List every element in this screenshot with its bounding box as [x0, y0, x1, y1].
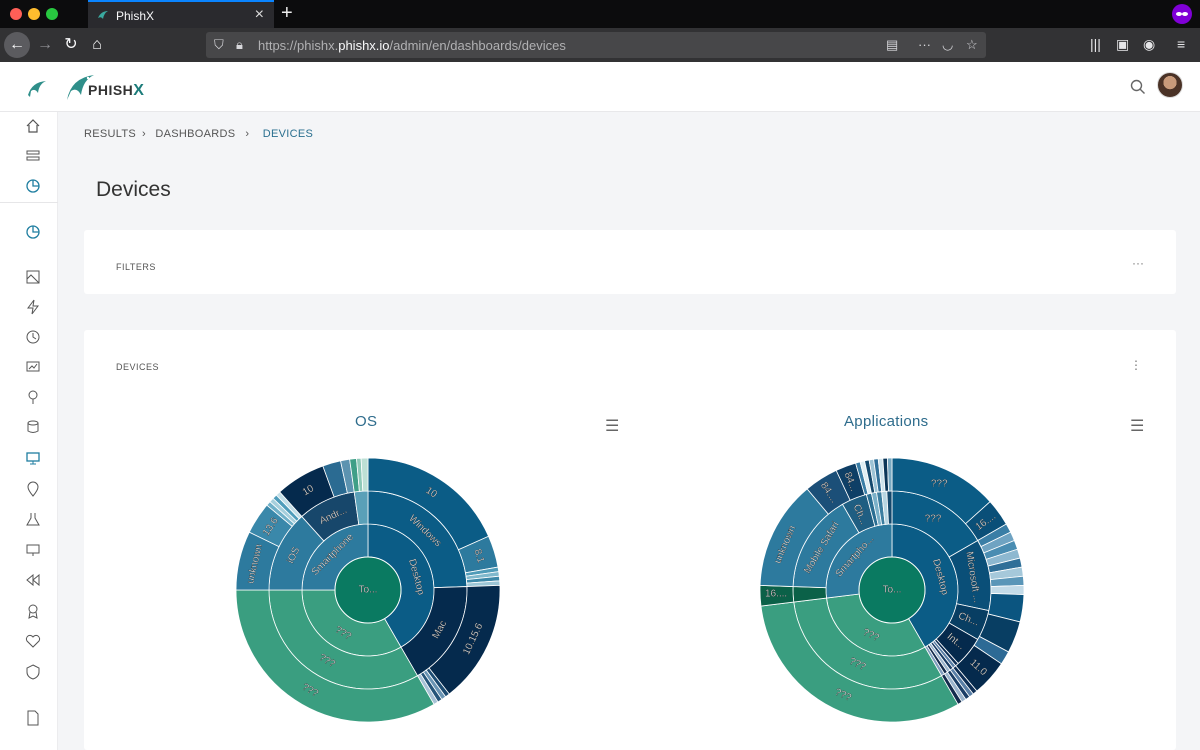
label-app-unknown: ???	[931, 479, 948, 490]
reader-view-icon[interactable]: ▤	[886, 37, 898, 53]
location-pin-icon[interactable]	[25, 481, 41, 497]
database-icon[interactable]	[25, 419, 41, 435]
presentation-icon[interactable]	[25, 542, 41, 558]
breadcrumb-dashboards[interactable]: DASHBOARDS	[155, 128, 235, 140]
filters-label[interactable]: FILTERS	[116, 262, 156, 272]
close-tab-icon[interactable]: ×	[255, 6, 264, 24]
brand-x: X	[133, 82, 145, 99]
filters-menu-icon[interactable]: ···	[1132, 256, 1144, 270]
tab-title: PhishX	[116, 9, 155, 23]
segment-mobile-version-minor[interactable]	[886, 457, 893, 492]
private-browsing-icon	[1172, 4, 1192, 24]
close-window-button[interactable]	[10, 8, 22, 20]
dashboard-pie-icon[interactable]	[25, 224, 41, 240]
page-actions-icon[interactable]: ···	[918, 37, 931, 52]
home-icon[interactable]	[25, 118, 41, 134]
phishx-favicon-icon	[98, 11, 108, 19]
search-icon[interactable]	[1130, 79, 1146, 95]
breadcrumb-separator-icon: ›	[142, 128, 146, 140]
new-tab-icon[interactable]: +	[281, 2, 293, 25]
bookmark-star-icon[interactable]: ☆	[966, 37, 978, 53]
sunburst-center-label: To...	[883, 585, 902, 596]
pocket-icon[interactable]: ◡	[942, 37, 953, 53]
minimize-window-button[interactable]	[28, 8, 40, 20]
sunburst-center-label: To...	[359, 585, 378, 596]
page-title: Devices	[96, 178, 171, 201]
back-icon[interactable]: ←	[4, 32, 30, 58]
url-prefix: https://phishx.	[258, 38, 339, 53]
app-header: PHISHX	[0, 62, 1200, 112]
os-chart-menu-icon[interactable]: ☰	[605, 416, 619, 436]
url-host: phishx.io	[338, 38, 390, 53]
url-path: /admin/en/dashboards/devices	[389, 38, 566, 53]
sidebar	[0, 112, 58, 750]
breadcrumb-devices: DEVICES	[262, 128, 314, 140]
os-chart-title: OS	[355, 413, 378, 430]
devices-monitor-icon[interactable]	[25, 450, 41, 466]
campaigns-icon[interactable]	[25, 148, 41, 164]
sidebar-toggle-icon[interactable]: ▣	[1116, 36, 1129, 53]
templates-icon[interactable]	[25, 269, 41, 285]
url-text: https://phishx.phishx.io/admin/en/dashbo…	[258, 38, 566, 53]
applications-chart-menu-icon[interactable]: ☰	[1130, 416, 1144, 436]
home-icon[interactable]: ⌂	[84, 32, 110, 58]
document-icon[interactable]	[25, 710, 41, 726]
applications-sunburst-chart: To... Desktop??????Microsoft ...16....Ch.…	[759, 457, 1025, 723]
label-desktop-unknown: ???	[925, 514, 942, 525]
browser-tab[interactable]: PhishX ×	[88, 0, 274, 28]
account-icon[interactable]: ◉	[1143, 36, 1155, 53]
devices-label: DEVICES	[116, 362, 160, 372]
segment-microsoft-version[interactable]	[990, 584, 1025, 596]
url-bar[interactable]: ⛉ 🔒︎ https://phishx.phishx.io/admin/en/d…	[206, 32, 986, 58]
brand-text: PHISH	[88, 82, 134, 98]
shield-icon[interactable]: ⛉	[214, 37, 224, 53]
sidebar-divider	[0, 202, 58, 203]
heart-pulse-icon[interactable]	[25, 633, 41, 649]
phishx-small-logo-icon[interactable]	[26, 77, 48, 99]
lock-icon: 🔒︎	[236, 37, 243, 52]
os-sunburst-chart: To... DesktopWindows108.1Mac 10.15.6Smartp…	[235, 457, 501, 723]
flask-icon[interactable]	[25, 511, 41, 527]
applications-chart-title: Applications	[844, 413, 929, 430]
library-icon[interactable]: |||	[1090, 36, 1101, 52]
brand-name: PHISHX	[88, 82, 144, 100]
reload-icon[interactable]: ↻	[58, 32, 84, 58]
filters-card: FILTERS ···	[84, 230, 1176, 294]
lightning-icon[interactable]	[25, 299, 41, 315]
menu-icon[interactable]: ≡	[1177, 36, 1185, 52]
dashboards-icon[interactable]	[25, 178, 41, 194]
rewind-icon[interactable]	[25, 572, 41, 588]
breadcrumb-results[interactable]: RESULTS	[84, 128, 136, 140]
zoom-window-button[interactable]	[46, 8, 58, 20]
forward-icon[interactable]: →	[32, 32, 58, 58]
breadcrumb: RESULTS › DASHBOARDS › DEVICES	[84, 128, 319, 140]
breadcrumb-separator-icon: ›	[245, 128, 250, 140]
browser-tab-bar: PhishX × +	[0, 0, 1200, 28]
history-icon[interactable]	[25, 329, 41, 345]
label-16-mobile: 16....	[765, 589, 787, 600]
user-avatar[interactable]	[1157, 72, 1183, 98]
training-icon[interactable]	[25, 359, 41, 375]
browser-nav-bar: ← → ↻ ⌂ ⛉ 🔒︎ https://phishx.phishx.io/ad…	[0, 28, 1200, 62]
shield-security-icon[interactable]	[25, 664, 41, 680]
award-icon[interactable]	[25, 603, 41, 619]
question-icon[interactable]	[25, 389, 41, 405]
devices-menu-icon[interactable]: ⋮	[1130, 358, 1142, 372]
